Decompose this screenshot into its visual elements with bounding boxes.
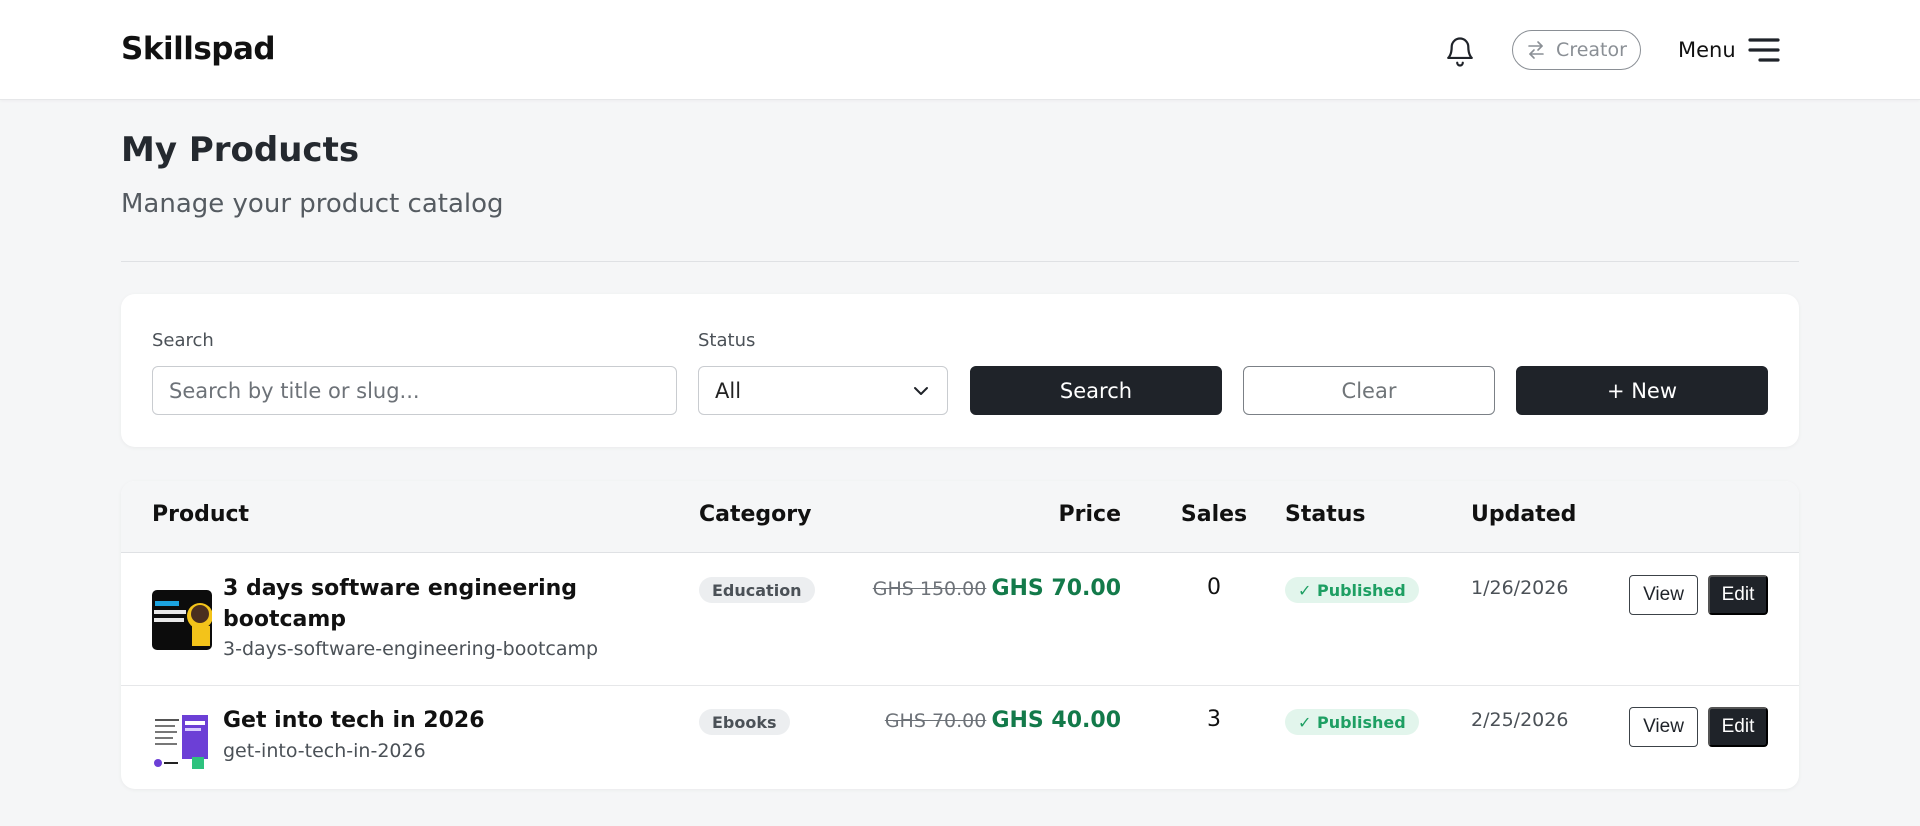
product-slug: get-into-tech-in-2026: [223, 740, 426, 762]
column-header-category: Category: [699, 502, 812, 527]
status-label: Status: [698, 330, 756, 351]
table-row: 3 days software engineering bootcamp 3-d…: [121, 553, 1799, 686]
page-title: My Products: [121, 130, 360, 170]
bell-icon[interactable]: [1443, 33, 1477, 69]
edit-button[interactable]: Edit: [1708, 707, 1768, 747]
product-slug: 3-days-software-engineering-bootcamp: [223, 638, 599, 660]
column-header-sales: Sales: [1180, 502, 1248, 527]
top-navbar: Skillspad Creator Menu: [0, 0, 1920, 100]
price-cell: GHS 70.00 GHS 40.00: [801, 705, 1121, 737]
column-header-updated: Updated: [1471, 502, 1577, 527]
page-subtitle: Manage your product catalog: [121, 189, 504, 219]
divider: [121, 261, 1799, 262]
product-title[interactable]: Get into tech in 2026: [223, 705, 603, 736]
column-header-status: Status: [1285, 502, 1366, 527]
table-row: Get into tech in 2026 get-into-tech-in-2…: [121, 686, 1799, 789]
sale-price: GHS 70.00: [991, 576, 1121, 601]
logo[interactable]: Skillspad: [121, 31, 276, 67]
creator-label: Creator: [1556, 39, 1627, 61]
search-label: Search: [152, 330, 214, 351]
new-product-button[interactable]: + New: [1516, 366, 1768, 415]
product-thumbnail[interactable]: [152, 711, 212, 771]
sale-price: GHS 40.00: [991, 708, 1121, 733]
creator-switch-button[interactable]: Creator: [1512, 30, 1641, 70]
menu-button[interactable]: Menu: [1678, 30, 1780, 70]
status-badge: ✓ Published: [1285, 709, 1419, 735]
column-header-product: Product: [152, 502, 250, 527]
status-badge: ✓ Published: [1285, 577, 1419, 603]
sales-count: 3: [1207, 707, 1221, 732]
status-select[interactable]: All: [698, 366, 948, 415]
search-input[interactable]: [152, 366, 677, 415]
category-badge: Ebooks: [699, 709, 790, 735]
hamburger-icon: [1748, 38, 1780, 62]
filter-card: Search Status All Search Clear + New: [121, 294, 1799, 447]
sales-count: 0: [1207, 575, 1221, 600]
search-button[interactable]: Search: [970, 366, 1222, 415]
column-header-price: Price: [1058, 502, 1121, 527]
original-price: GHS 70.00: [884, 710, 987, 732]
price-cell: GHS 150.00 GHS 70.00: [861, 573, 1121, 605]
products-table: Product Category Price Sales Status Upda…: [121, 481, 1799, 789]
view-button[interactable]: View: [1629, 575, 1698, 615]
updated-date: 1/26/2026: [1471, 577, 1569, 599]
product-title[interactable]: 3 days software engineering bootcamp: [223, 573, 603, 635]
view-button[interactable]: View: [1629, 707, 1698, 747]
product-thumbnail[interactable]: [152, 590, 212, 650]
menu-label: Menu: [1678, 38, 1736, 62]
swap-arrows-icon: [1528, 41, 1544, 59]
original-price: GHS 150.00: [872, 578, 987, 600]
category-badge: Education: [699, 577, 815, 603]
chevron-down-icon: [914, 386, 928, 395]
clear-button[interactable]: Clear: [1243, 366, 1495, 415]
table-header: Product Category Price Sales Status Upda…: [121, 481, 1799, 553]
updated-date: 2/25/2026: [1471, 709, 1569, 731]
edit-button[interactable]: Edit: [1708, 575, 1768, 615]
status-select-value: All: [715, 378, 742, 403]
